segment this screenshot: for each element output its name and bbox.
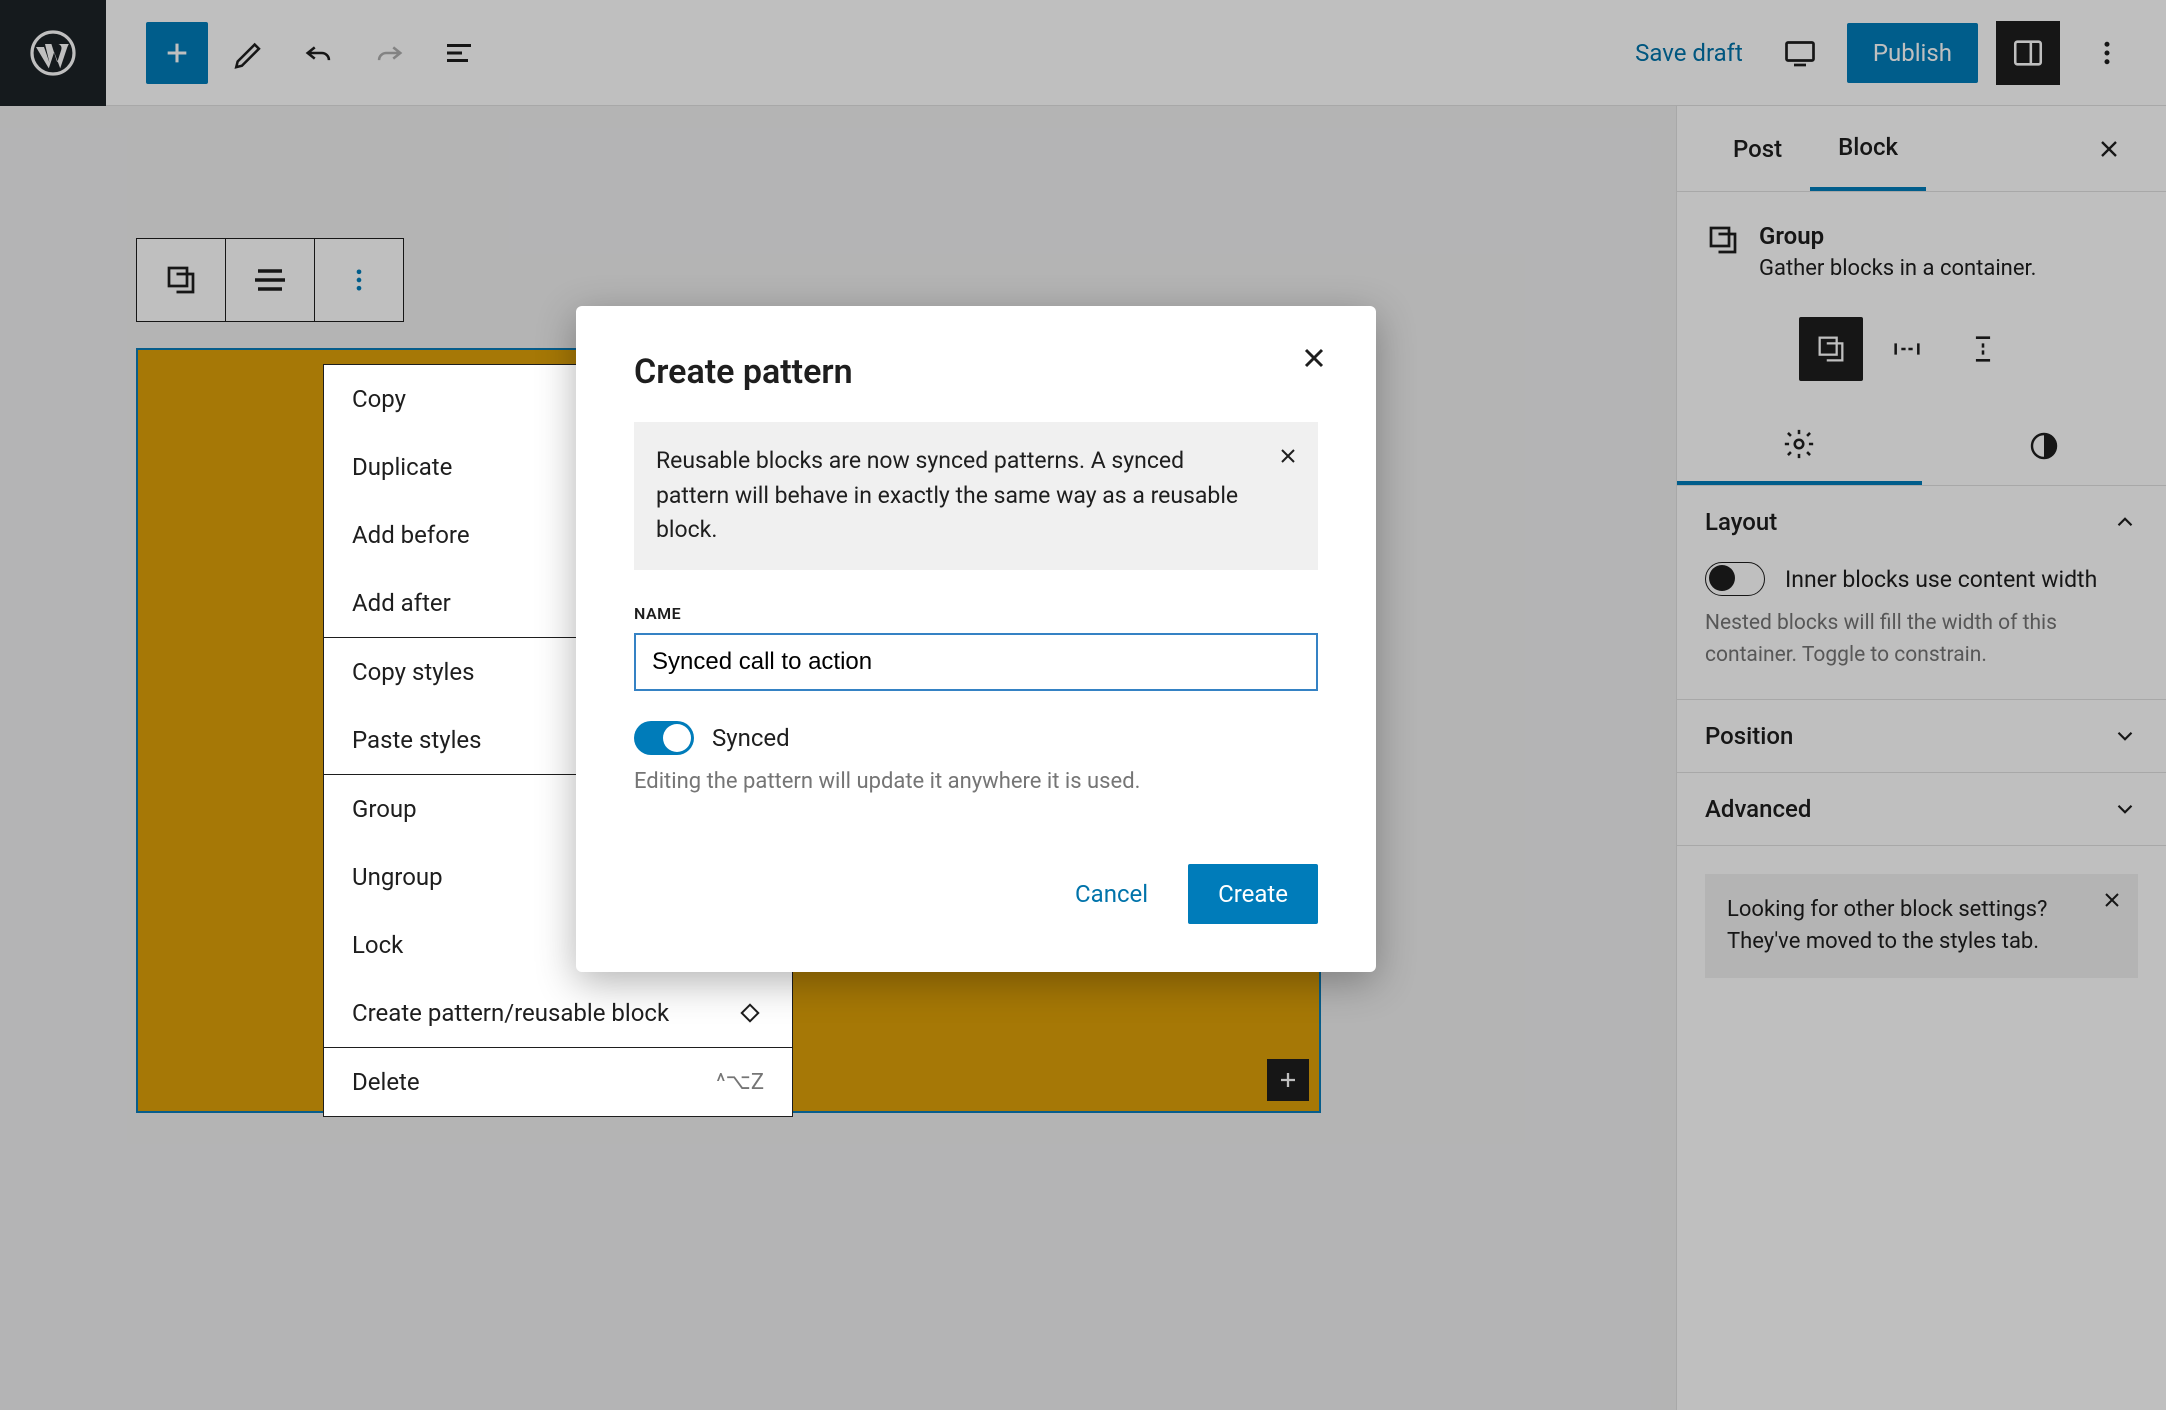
diamond-icon (736, 999, 764, 1027)
block-description: Gather blocks in a container. (1759, 256, 2036, 281)
add-block-button[interactable] (146, 22, 208, 84)
synced-label: Synced (712, 724, 790, 752)
close-modal-button[interactable] (1298, 342, 1330, 374)
layout-section-header[interactable]: Layout (1677, 486, 2166, 558)
synced-toggle[interactable] (634, 721, 694, 755)
inner-width-toggle[interactable] (1705, 562, 1765, 596)
create-pattern-modal: Create pattern Reusable blocks are now s… (576, 306, 1376, 972)
tab-post[interactable]: Post (1705, 106, 1810, 191)
create-button[interactable]: Create (1188, 864, 1318, 924)
more-options-button[interactable] (2078, 24, 2136, 82)
undo-button[interactable] (290, 24, 348, 82)
dismiss-notice-button[interactable] (1276, 444, 1300, 468)
chevron-down-icon (2112, 796, 2138, 822)
publish-button[interactable]: Publish (1847, 23, 1978, 83)
advanced-section-header[interactable]: Advanced (1677, 773, 2166, 845)
name-field-label: NAME (634, 604, 1318, 623)
layout-variant-group[interactable] (1799, 317, 1863, 381)
redo-button[interactable] (360, 24, 418, 82)
tip-text: Looking for other block settings? They'v… (1727, 897, 2047, 954)
chevron-down-icon (2112, 723, 2138, 749)
preview-button[interactable] (1771, 24, 1829, 82)
settings-sidebar: Post Block Group Gather blocks in a cont… (1676, 106, 2166, 1410)
cancel-button[interactable]: Cancel (1049, 864, 1174, 924)
panel-tab-settings[interactable] (1677, 407, 1922, 485)
inner-width-label: Inner blocks use content width (1785, 566, 2097, 593)
layout-variant-row[interactable] (1875, 317, 1939, 381)
styles-tip: Looking for other block settings? They'v… (1705, 874, 2138, 978)
block-options-button[interactable] (314, 239, 403, 321)
position-heading: Position (1705, 722, 1793, 750)
close-sidebar-button[interactable] (2080, 120, 2138, 178)
modal-title: Create pattern (634, 352, 1318, 392)
position-section-header[interactable]: Position (1677, 700, 2166, 772)
block-title: Group (1759, 222, 2036, 250)
block-type-button[interactable] (137, 239, 225, 321)
add-inner-block-button[interactable] (1267, 1059, 1309, 1101)
wordpress-logo-button[interactable] (0, 0, 106, 106)
sidebar-toggle-button[interactable] (1996, 21, 2060, 85)
panel-tab-styles[interactable] (1922, 407, 2166, 485)
notice-text: Reusable blocks are now synced patterns.… (656, 447, 1238, 543)
block-align-button[interactable] (225, 239, 314, 321)
synced-notice: Reusable blocks are now synced patterns.… (634, 422, 1318, 570)
layout-heading: Layout (1705, 508, 1777, 536)
layout-variant-stack[interactable] (1951, 317, 2015, 381)
tab-block[interactable]: Block (1810, 106, 1926, 191)
delete-shortcut: ^⌥Z (716, 1070, 764, 1095)
pattern-name-input[interactable] (634, 633, 1318, 691)
chevron-up-icon (2112, 509, 2138, 535)
save-draft-button[interactable]: Save draft (1625, 27, 1753, 79)
menu-item-delete[interactable]: Delete ^⌥Z (324, 1048, 792, 1116)
dismiss-tip-button[interactable] (2100, 888, 2124, 912)
synced-hint: Editing the pattern will update it anywh… (634, 769, 1318, 794)
document-overview-button[interactable] (430, 24, 488, 82)
group-icon (1705, 222, 1741, 281)
advanced-heading: Advanced (1705, 795, 1811, 823)
layout-help-text: Nested blocks will fill the width of thi… (1705, 608, 2138, 671)
menu-item-create-pattern[interactable]: Create pattern/reusable block (324, 979, 792, 1047)
block-toolbar (136, 238, 404, 322)
tools-button[interactable] (220, 24, 278, 82)
